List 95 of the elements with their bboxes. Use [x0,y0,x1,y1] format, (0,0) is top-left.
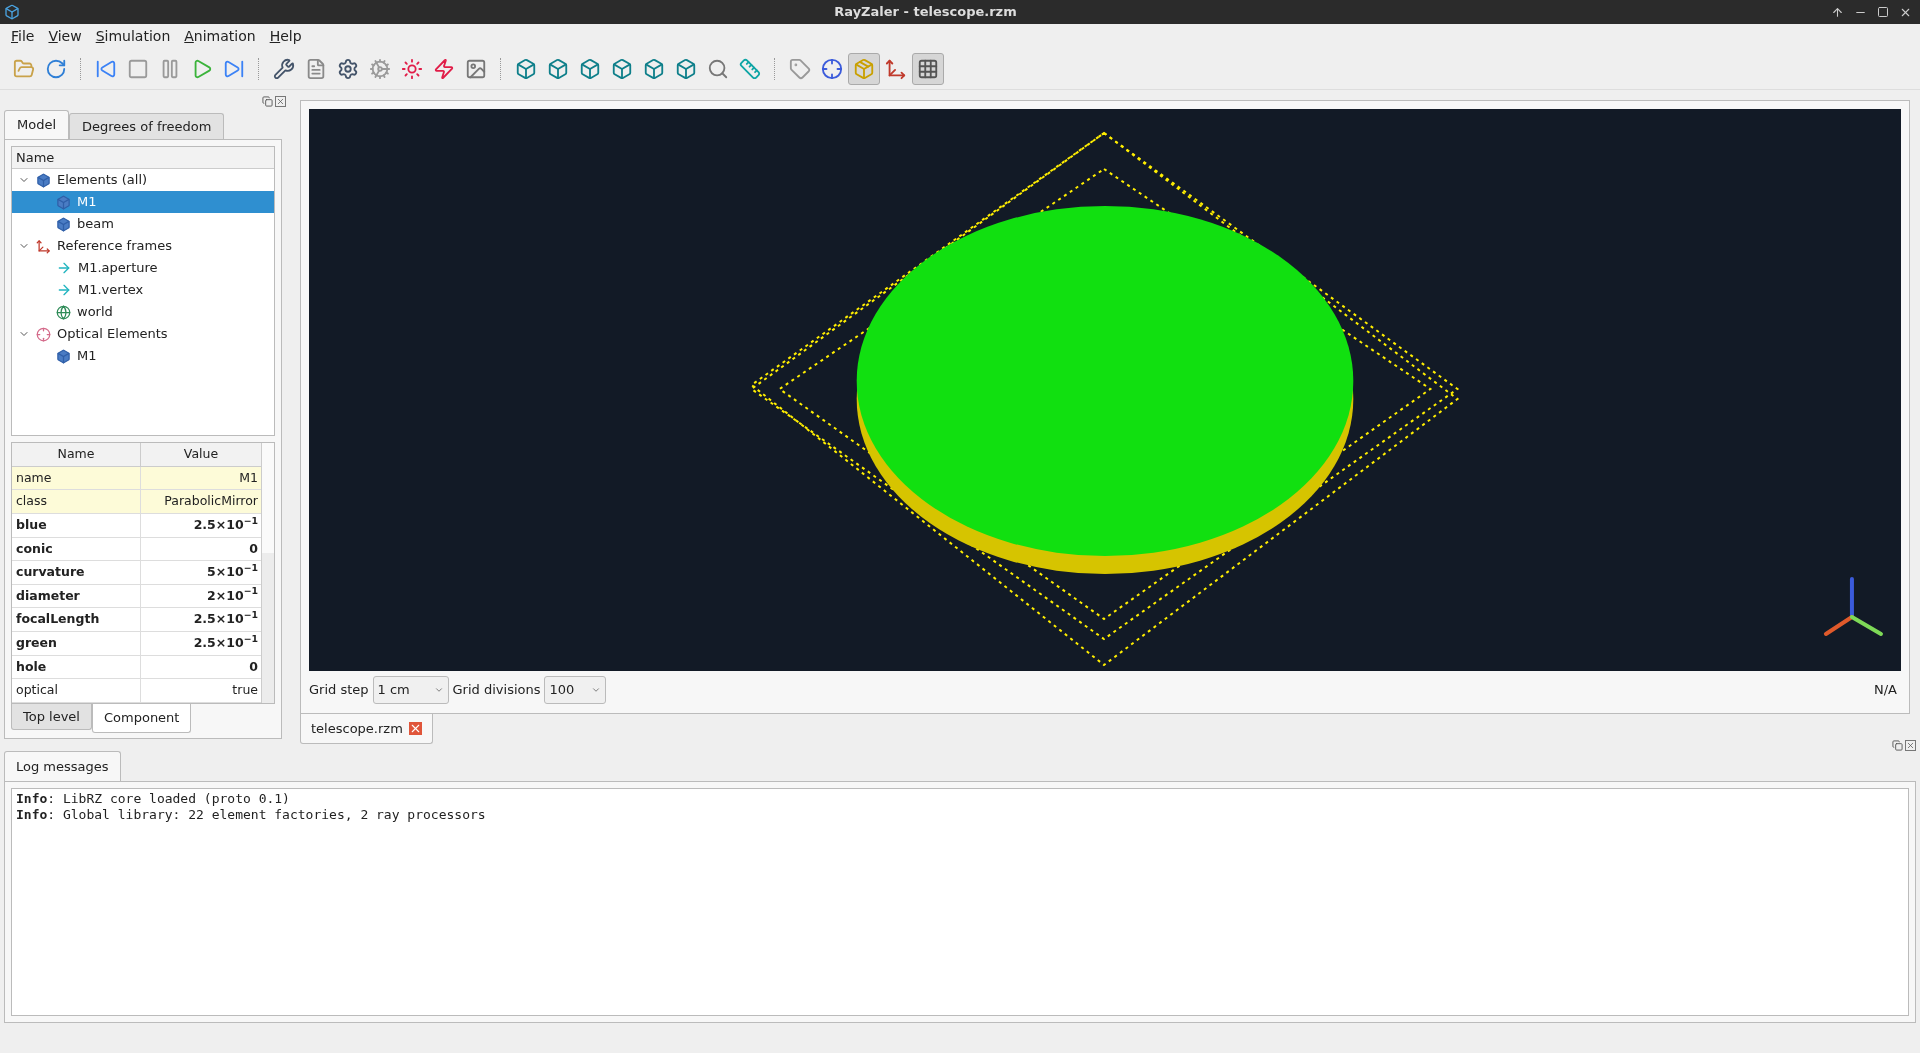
log-line: Info: Global library: 22 element factories, 2 ray processors [16,807,487,823]
menu-item[interactable]: Help [264,25,307,47]
table-cell-text: 2.5×10$^{−1}$ [192,608,259,629]
table-cell-text: M1 [238,468,259,487]
gear-icon [369,57,391,80]
lens-icon [36,326,51,342]
close-tab-icon[interactable] [408,722,422,735]
tab[interactable]: Model [4,110,70,139]
beam-icon [433,57,455,80]
globe-icon [56,304,71,320]
folder-icon [13,57,35,80]
grid-step-dropdown[interactable]: 1 cm [372,676,449,704]
cube-icon [36,172,51,188]
image-icon [465,57,487,80]
close-icon[interactable] [1905,740,1916,751]
menu-item[interactable]: View [43,25,87,47]
cube-icon [515,57,537,80]
table-cell-text: true [231,681,259,700]
tree-item[interactable]: M1.aperture [12,257,274,279]
tab[interactable]: Component [92,704,192,733]
table-cell-text: ParabolicMirror [163,492,259,511]
box-icon [853,57,875,80]
table-cell-text: 5×10$^{−1}$ [206,561,259,582]
document-icon [305,57,327,80]
close-icon[interactable] [275,96,286,107]
status-text: N/A [1874,681,1898,700]
document-tab[interactable]: telescope.rzm [300,714,433,744]
tab[interactable]: Top level [11,704,92,730]
zoom-icon [707,57,729,80]
tree-item[interactable]: Reference frames [12,235,274,257]
menu-item[interactable]: File [6,25,40,47]
column-header: Name [12,443,141,466]
column-header: Name [12,147,274,169]
table-cell: diameter [12,584,141,608]
table-cell: conic [12,537,141,561]
cube-icon [56,194,71,210]
tab[interactable]: Degrees of freedom [69,113,225,139]
scrollbar[interactable] [261,443,274,703]
tree-item[interactable]: M1.vertex [12,279,274,301]
maximize-button[interactable] [1877,6,1889,18]
caret-icon [591,685,602,695]
cube-icon [675,57,697,80]
axes-icon [1823,577,1883,636]
laser-icon [401,57,423,80]
settings-icon [337,57,359,80]
table-cell-text: 2.5×10$^{−1}$ [192,632,259,653]
tree-item[interactable]: world [12,301,274,323]
cube-icon [579,57,601,80]
cube-icon [611,57,633,80]
cube-icon [56,348,71,364]
stop-icon [127,57,149,80]
menu-item[interactable]: Animation [179,25,261,47]
menu-item[interactable]: Simulation [90,25,176,47]
table-cell-text: 0 [248,539,259,558]
log-line: Info: LibRZ core loaded (proto 0.1) [16,791,291,807]
float-icon[interactable] [1892,740,1903,751]
tree-item[interactable]: M1 [12,345,274,367]
grid-button[interactable] [912,52,944,85]
table-cell-text: 2.5×10$^{−1}$ [192,513,259,534]
cube-icon [643,57,665,80]
grid-icon [917,57,939,80]
grid-divisions-dropdown[interactable]: 100 [544,676,607,704]
grid-step-label: Grid step [309,681,369,700]
table-cell: blue [12,513,141,537]
table-cell: class [12,490,141,513]
table-cell-text: 2×10$^{−1}$ [206,584,259,605]
axes-icon [885,57,907,80]
box-button[interactable] [848,52,880,85]
table-cell: hole [12,655,141,679]
cube-icon [547,57,569,80]
crosshair-icon [821,57,843,80]
axes-icon [36,238,51,254]
table-cell: name [12,466,141,490]
table-cell: focalLength [12,608,141,632]
tree-item[interactable]: beam [12,213,274,235]
table-cell-text: 0 [248,657,259,676]
tree-item[interactable]: M1 [12,191,274,213]
tools-icon [273,57,295,80]
float-icon[interactable] [262,96,273,107]
tree-item[interactable]: Optical Elements [12,323,274,345]
keep-above-button[interactable] [1831,5,1844,19]
table-cell: optical [12,679,141,703]
tree-item[interactable]: Elements (all) [12,169,274,191]
tab[interactable]: Log messages [4,751,121,781]
caret-icon [433,685,444,695]
column-header: Value [182,444,220,463]
app-logo-icon [4,4,20,20]
grid-divisions-label: Grid divisions [452,681,541,700]
tag-icon [789,57,811,80]
reload-icon [45,57,67,80]
ruler-icon [739,57,761,80]
window-title: RayZaler - telescope.rzm [833,3,1018,22]
table-cell: green [12,632,141,655]
table-cell: curvature [12,561,141,584]
cube-icon [56,216,71,232]
